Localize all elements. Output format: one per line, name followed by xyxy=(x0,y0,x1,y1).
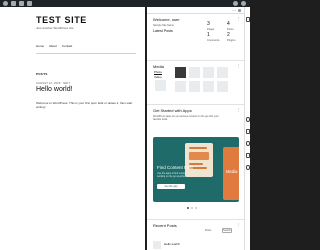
media-thumb[interactable] xyxy=(203,81,214,92)
media-thumb[interactable] xyxy=(217,67,228,78)
dashboard-icon[interactable] xyxy=(245,17,250,22)
welcome-title: Welcome, user xyxy=(153,17,180,22)
nav-contact[interactable]: Contact xyxy=(62,44,72,48)
post-thumb xyxy=(153,241,161,249)
media-menu-icon[interactable]: ⋮ xyxy=(237,64,241,68)
stat-pages-num: 3 xyxy=(207,21,210,27)
promo-cta-button[interactable]: Get the app xyxy=(157,184,185,189)
grid-icon[interactable] xyxy=(245,129,250,134)
stat-plugins-num: 2 xyxy=(227,32,230,38)
divider xyxy=(36,53,136,54)
plus-icon[interactable] xyxy=(27,1,32,6)
media-title: Media xyxy=(153,64,164,69)
media-thumb[interactable] xyxy=(155,80,166,91)
site-nav: Home About Contact xyxy=(36,44,72,48)
welcome-menu-icon[interactable]: ⋮ xyxy=(237,17,241,21)
carousel-dots xyxy=(187,207,197,209)
panel-header: ⋯ xyxy=(147,7,244,14)
media-thumb[interactable] xyxy=(175,67,186,78)
media-thumb[interactable] xyxy=(189,81,200,92)
wordpress-icon[interactable] xyxy=(3,1,8,6)
search-icon[interactable] xyxy=(233,1,238,6)
stats-heading: Latest Posts xyxy=(153,29,173,33)
admin-bar xyxy=(0,0,250,7)
promo-card[interactable]: Find Content Fast Use the apps to find c… xyxy=(153,137,239,202)
site-title[interactable]: TEST SITE xyxy=(36,15,87,25)
post-date: AUGUST 12, 2025 · EDIT xyxy=(36,82,71,85)
second-promo-title: Media xyxy=(226,169,238,174)
media-thumb[interactable] xyxy=(203,67,214,78)
apps-title: Get Started with Apps xyxy=(153,108,192,113)
stat-comments-label: Comments xyxy=(207,39,220,42)
promo-title: Find Content Fast xyxy=(157,165,193,170)
divider xyxy=(147,219,244,220)
recent-posts-search[interactable]: Search xyxy=(222,228,232,233)
stat-comments-num: 1 xyxy=(207,32,210,38)
tab-video[interactable]: Video xyxy=(154,75,162,79)
media-thumb[interactable] xyxy=(217,81,228,92)
stat-posts-label: Posts xyxy=(227,28,234,31)
more-icon[interactable]: ⋯ xyxy=(232,9,236,13)
globe-icon[interactable] xyxy=(245,141,250,146)
promo-desc: Use the apps to find content fast and ke… xyxy=(157,172,202,178)
apps-menu-icon[interactable]: ⋮ xyxy=(237,108,241,112)
help-icon[interactable] xyxy=(245,165,250,170)
posts-heading: POSTS xyxy=(36,72,48,76)
recent-posts-menu-icon[interactable]: ⋮ xyxy=(237,223,241,227)
stat-posts-num: 4 xyxy=(227,21,230,27)
home-icon[interactable] xyxy=(11,1,16,6)
post-title[interactable]: Hello world! xyxy=(36,86,73,93)
right-rail xyxy=(244,7,250,250)
carousel-dot[interactable] xyxy=(195,207,197,209)
media-thumb[interactable] xyxy=(175,81,186,92)
comments-icon[interactable] xyxy=(19,1,24,6)
clock-icon[interactable] xyxy=(245,117,250,122)
user-icon[interactable] xyxy=(245,153,250,158)
divider xyxy=(147,60,244,61)
apps-desc: WordPress apps let you access content on… xyxy=(153,115,219,121)
recent-posts-title: Recent Posts xyxy=(153,223,177,228)
nav-home[interactable]: Home xyxy=(36,44,44,48)
recent-post-item[interactable]: Hello world! xyxy=(164,242,180,246)
avatar[interactable] xyxy=(241,1,246,6)
divider xyxy=(147,104,244,105)
site-frontend: TEST SITE Just another WordPress site Ho… xyxy=(0,7,145,250)
nav-about[interactable]: About xyxy=(49,44,57,48)
site-name[interactable]: Sample Site Name xyxy=(153,24,174,27)
carousel-dot[interactable] xyxy=(187,207,189,209)
dashboard-panel: ⋯ Welcome, user ⋮ Sample Site Name Lates… xyxy=(147,7,244,250)
second-promo-card[interactable]: Media xyxy=(223,147,239,200)
recent-posts-filter[interactable]: Posts xyxy=(205,229,211,232)
carousel-dot[interactable] xyxy=(191,207,193,209)
site-tagline: Just another WordPress site xyxy=(36,26,74,30)
post-excerpt: Welcome to WordPress. This is your first… xyxy=(36,101,133,109)
media-thumb[interactable] xyxy=(189,67,200,78)
stat-pages-label: Pages xyxy=(207,28,215,31)
close-icon[interactable] xyxy=(238,9,241,12)
stat-plugins-label: Plugins xyxy=(227,39,236,42)
